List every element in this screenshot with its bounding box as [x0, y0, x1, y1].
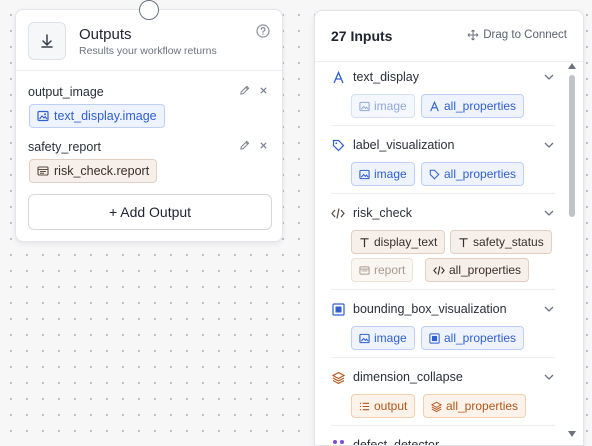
- report-icon: [359, 265, 370, 276]
- edit-icon[interactable]: [239, 85, 250, 96]
- property-chip[interactable]: report: [351, 258, 414, 282]
- property-chip[interactable]: image: [351, 162, 415, 186]
- connection-handle[interactable]: [139, 0, 159, 20]
- layers-icon: [431, 401, 442, 412]
- property-chip[interactable]: all_properties: [421, 94, 525, 118]
- image-icon: [359, 169, 370, 180]
- image-icon: [359, 101, 370, 112]
- text-a-icon: [429, 100, 440, 112]
- scrollbar-thumb[interactable]: [569, 75, 575, 217]
- output-binding-chip[interactable]: risk_check.report: [29, 159, 158, 183]
- chevron-down-icon[interactable]: [543, 207, 555, 219]
- output-binding-chip[interactable]: text_display.image: [29, 104, 165, 128]
- input-item-name: risk_check: [353, 206, 413, 220]
- chevron-down-icon[interactable]: [543, 303, 555, 315]
- property-chip-label: all_properties: [444, 331, 517, 345]
- property-chip[interactable]: all_properties: [421, 326, 525, 350]
- property-chip-label: all_properties: [449, 263, 522, 277]
- property-chip-label: image: [374, 99, 407, 113]
- property-chip[interactable]: all_properties: [421, 162, 525, 186]
- chevron-down-icon[interactable]: [543, 71, 555, 83]
- inputs-panel: 27 Inputs Drag to Connect text_display i…: [314, 10, 584, 446]
- property-chip-label: all_properties: [444, 167, 517, 181]
- input-item-defect-detector[interactable]: defect_detector: [331, 437, 555, 446]
- arrow-down-icon: [28, 22, 66, 60]
- add-output-label: + Add Output: [108, 204, 192, 220]
- property-chip-label: image: [374, 167, 407, 181]
- image-icon: [359, 333, 370, 344]
- property-chip-label: safety_status: [473, 235, 544, 249]
- chevron-down-icon[interactable]: [543, 371, 555, 383]
- output-binding-text: risk_check.report: [54, 164, 150, 178]
- output-name-label: safety_report: [28, 140, 101, 154]
- input-item-name: label_visualization: [353, 138, 455, 152]
- list-icon: [359, 401, 370, 412]
- drag-hint: Drag to Connect: [467, 29, 567, 41]
- text-t-icon: [359, 237, 370, 248]
- property-chip-label: report: [374, 263, 406, 277]
- layers-icon: [331, 370, 345, 384]
- property-chip-label: output: [374, 399, 408, 413]
- outputs-node[interactable]: Outputs Results your workflow returns ou…: [15, 9, 283, 242]
- property-chip-label: all_properties: [446, 399, 519, 413]
- text-t-icon: [458, 237, 469, 248]
- code-icon: [331, 206, 345, 220]
- close-icon[interactable]: [259, 141, 268, 150]
- inputs-scrollbar[interactable]: [567, 63, 577, 445]
- header-divider: [315, 61, 583, 62]
- input-item-text-display[interactable]: text_display image all_properties: [331, 69, 555, 127]
- input-item-bounding-box-visualization[interactable]: bounding_box_visualization image all_pro…: [331, 301, 555, 359]
- input-item-risk-check[interactable]: risk_check display_text safety_status re…: [331, 205, 555, 291]
- bounding-box-icon: [429, 332, 440, 344]
- detector-icon: [331, 438, 345, 445]
- bounding-box-icon: [331, 302, 345, 316]
- input-item-name: bounding_box_visualization: [353, 302, 507, 316]
- edit-icon[interactable]: [239, 140, 250, 151]
- move-icon: [467, 29, 479, 41]
- text-a-icon: [331, 70, 345, 84]
- outputs-subtitle: Results your workflow returns: [79, 45, 217, 57]
- input-item-name: defect_detector: [353, 438, 440, 446]
- output-binding-text: text_display.image: [54, 109, 157, 123]
- output-row-actions: [239, 140, 268, 151]
- image-icon: [37, 110, 49, 122]
- input-item-dimension-collapse[interactable]: dimension_collapse output all_properties: [331, 369, 555, 427]
- property-chip-label: all_properties: [444, 99, 517, 113]
- drag-hint-text: Drag to Connect: [483, 29, 567, 41]
- chevron-down-icon[interactable]: [543, 139, 555, 151]
- property-chip[interactable]: image: [351, 326, 415, 350]
- property-chip[interactable]: display_text: [351, 230, 446, 254]
- input-item-label-visualization[interactable]: label_visualization image all_properties: [331, 137, 555, 195]
- property-chip[interactable]: image: [351, 94, 415, 118]
- input-item-name: text_display: [353, 70, 420, 84]
- property-chip[interactable]: all_properties: [425, 258, 530, 282]
- tag-icon: [331, 138, 345, 152]
- property-chip-label: image: [374, 331, 407, 345]
- scroll-up-icon[interactable]: [568, 63, 576, 69]
- property-chip[interactable]: output: [351, 394, 416, 418]
- property-chip[interactable]: safety_status: [450, 230, 552, 254]
- input-item-name: dimension_collapse: [353, 370, 463, 384]
- output-name-label: output_image: [28, 85, 104, 99]
- property-chip[interactable]: all_properties: [423, 394, 527, 418]
- output-row-actions: [239, 85, 268, 96]
- close-icon[interactable]: [259, 86, 268, 95]
- add-output-button[interactable]: + Add Output: [28, 194, 272, 230]
- property-chip-label: display_text: [374, 235, 438, 249]
- report-icon: [37, 165, 49, 177]
- inputs-title: 27 Inputs: [331, 28, 393, 44]
- outputs-title: Outputs: [79, 26, 132, 43]
- tag-icon: [429, 169, 440, 180]
- help-icon[interactable]: [256, 24, 270, 38]
- code-icon: [433, 265, 445, 276]
- scroll-down-icon[interactable]: [568, 431, 576, 437]
